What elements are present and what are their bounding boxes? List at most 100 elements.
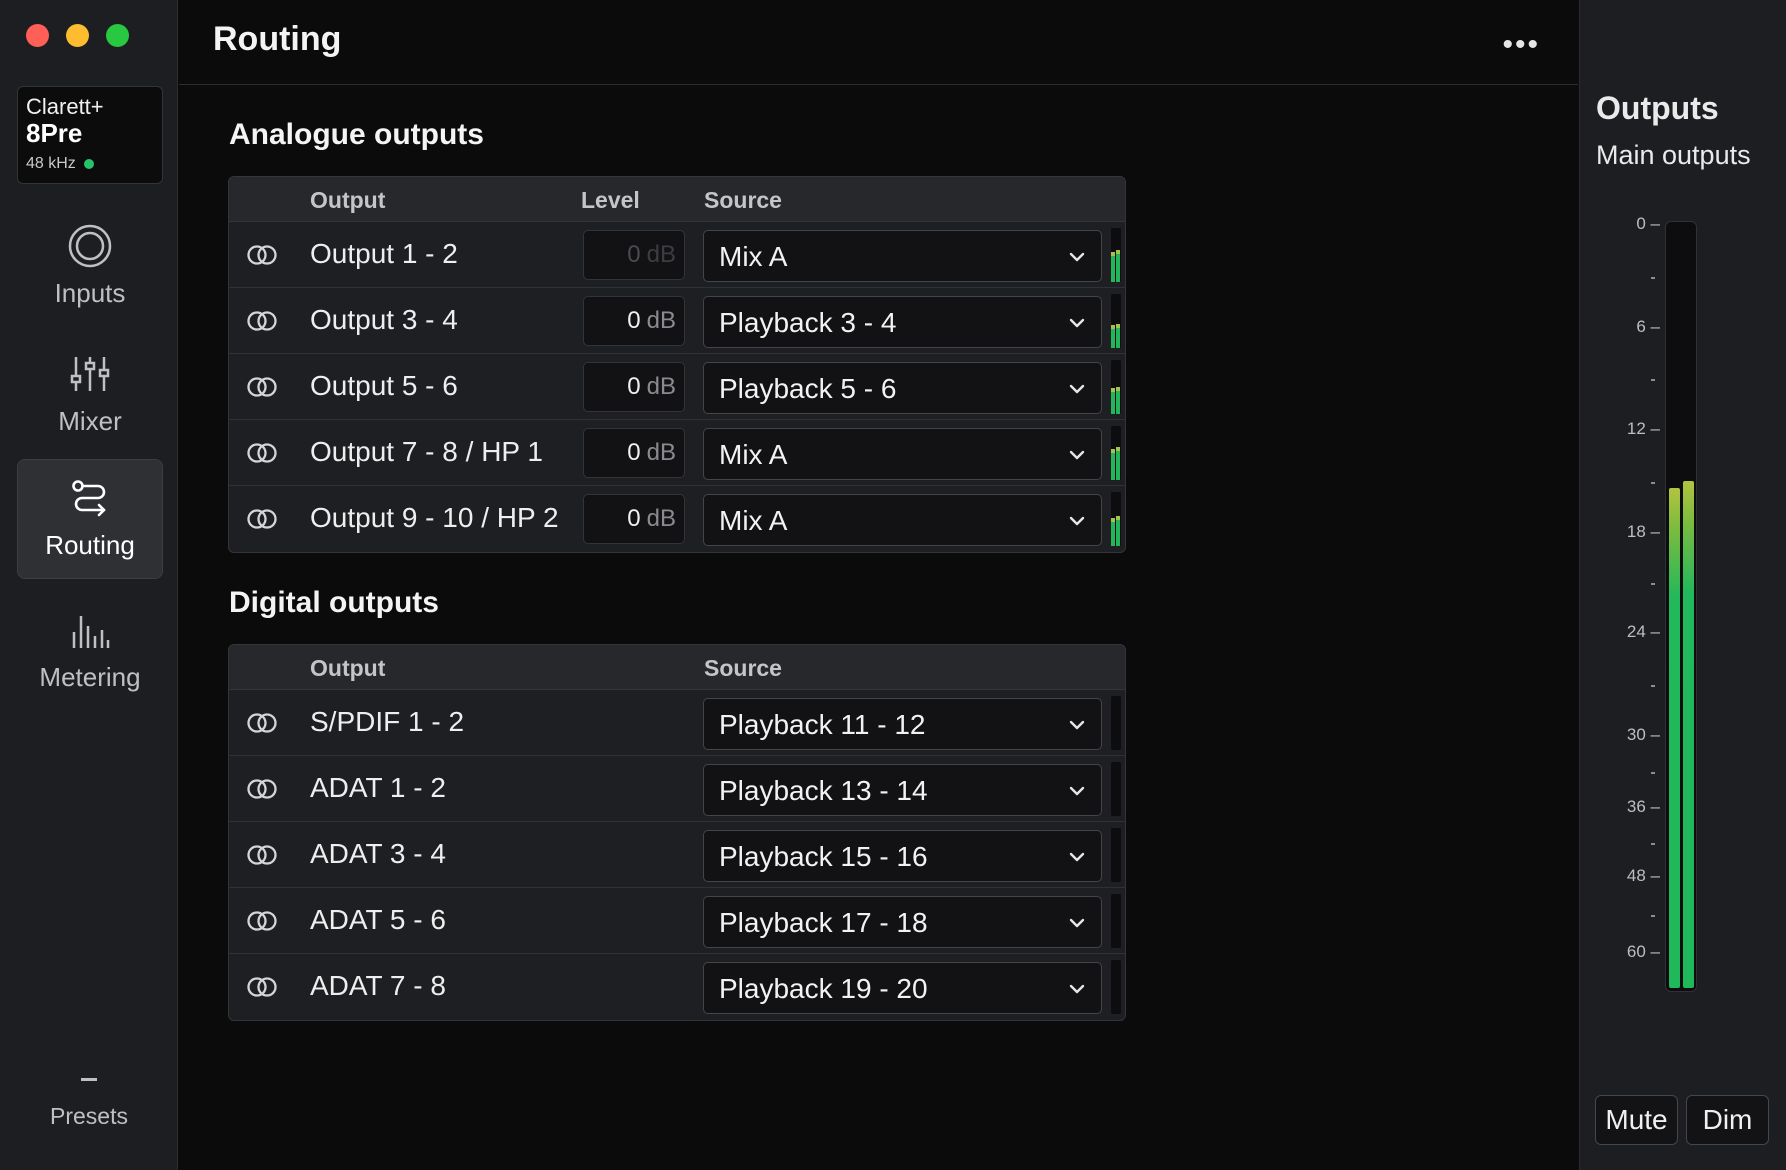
metering-icon (66, 606, 114, 654)
nav-item-inputs[interactable]: Inputs (17, 208, 163, 328)
meter-tick-label: 0 – (1636, 214, 1660, 233)
output-name: ADAT 1 - 2 (310, 772, 446, 803)
source-value: Playback 13 - 14 (719, 775, 928, 806)
table-row: Output 7 - 8 / HP 1 0 dB Mix A (229, 420, 1125, 486)
nav-label-mixer: Mixer (58, 406, 122, 436)
source-select[interactable]: Mix A (703, 494, 1102, 546)
meter-peak (1116, 324, 1120, 328)
minimize-window-button[interactable] (66, 24, 89, 47)
stereo-link-icon[interactable] (247, 440, 277, 466)
analogue-outputs-table: Output Level Source Output 1 - 2 0 dB Mix A… (228, 176, 1126, 553)
meter-tick-label: 12 – (1626, 419, 1660, 438)
level-field[interactable]: 0 dB (583, 362, 685, 412)
source-select[interactable]: Playback 13 - 14 (703, 764, 1102, 816)
table-row: ADAT 3 - 4 Playback 15 - 16 (229, 822, 1125, 888)
column-header-level: Level (581, 187, 640, 213)
level-unit: dB (646, 505, 676, 532)
chevron-down-icon (1067, 247, 1087, 267)
presets-button[interactable]: Presets (0, 1078, 178, 1130)
source-select[interactable]: Playback 3 - 4 (703, 296, 1102, 348)
table-row: Output 3 - 4 0 dB Playback 3 - 4 (229, 288, 1125, 354)
meter-bar-right (1116, 447, 1120, 480)
table-row: ADAT 1 - 2 Playback 13 - 14 (229, 756, 1125, 822)
row-level-meter (1111, 228, 1121, 282)
row-level-meter (1111, 960, 1121, 1014)
level-value: 0 (627, 307, 641, 334)
chevron-down-icon (1067, 379, 1087, 399)
source-value: Playback 11 - 12 (719, 709, 926, 740)
meter-peak (1111, 518, 1115, 522)
dim-button[interactable]: Dim (1686, 1095, 1769, 1145)
meter-tick-label: 60 – (1626, 942, 1660, 961)
level-unit: dB (646, 373, 676, 400)
row-level-meter (1111, 894, 1121, 948)
meter-minor-tick (1651, 583, 1655, 585)
row-level-meter (1111, 426, 1121, 480)
output-name: Output 1 - 2 (310, 238, 458, 269)
level-field[interactable]: 0 dB (583, 494, 685, 544)
meter-tick-label: 18 – (1626, 522, 1660, 541)
zoom-window-button[interactable] (106, 24, 129, 47)
stereo-link-icon[interactable] (247, 776, 277, 802)
source-select[interactable]: Playback 19 - 20 (703, 962, 1102, 1014)
status-dot (83, 159, 94, 169)
stereo-link-icon[interactable] (247, 974, 277, 1000)
nav-item-routing[interactable]: Routing (17, 459, 163, 579)
close-window-button[interactable] (26, 24, 49, 47)
stereo-link-icon[interactable] (247, 842, 277, 868)
device-brand: Clarett+ (26, 94, 104, 119)
sample-rate: 48 kHz (26, 155, 154, 173)
more-options-icon[interactable]: ••• (1502, 28, 1540, 62)
chevron-down-icon (1067, 979, 1087, 999)
level-unit: dB (646, 307, 676, 334)
nav-label-inputs: Inputs (54, 278, 126, 308)
level-field: 0 dB (583, 230, 685, 280)
stereo-link-icon[interactable] (247, 908, 277, 934)
column-header-source: Source (704, 187, 782, 213)
main-output-meter (1665, 221, 1697, 992)
chevron-down-icon (1067, 715, 1087, 735)
source-select[interactable]: Playback 11 - 12 (703, 698, 1102, 750)
main-meter-right-bar (1683, 481, 1694, 988)
source-select[interactable]: Mix A (703, 230, 1102, 282)
source-value: Playback 15 - 16 (719, 841, 928, 872)
source-value: Playback 19 - 20 (719, 973, 928, 1004)
meter-tick-label: 6 – (1636, 317, 1660, 336)
row-level-meter (1111, 294, 1121, 348)
stereo-link-icon[interactable] (247, 710, 277, 736)
source-select[interactable]: Playback 5 - 6 (703, 362, 1102, 414)
analogue-table-header: Output Level Source (229, 177, 1125, 222)
source-select[interactable]: Mix A (703, 428, 1102, 480)
stereo-link-icon[interactable] (247, 242, 277, 268)
nav-label-routing: Routing (45, 530, 135, 560)
meter-bar-left (1111, 252, 1115, 282)
nav-label-metering: Metering (39, 662, 141, 692)
meter-tick-label: 30 – (1626, 725, 1660, 744)
meter-tick-label: 36 – (1626, 797, 1660, 816)
mute-button[interactable]: Mute (1595, 1095, 1678, 1145)
table-row: Output 5 - 6 0 dB Playback 5 - 6 (229, 354, 1125, 420)
meter-bar-left (1111, 518, 1115, 546)
device-model: 8Pre (26, 118, 83, 148)
table-row: Output 1 - 2 0 dB Mix A (229, 222, 1125, 288)
routing-icon (66, 474, 114, 522)
meter-peak (1116, 387, 1120, 391)
meter-tick-label: 48 – (1626, 866, 1660, 885)
source-select[interactable]: Playback 17 - 18 (703, 896, 1102, 948)
level-field[interactable]: 0 dB (583, 428, 685, 478)
nav-item-mixer[interactable]: Mixer (17, 336, 163, 456)
page-title: Routing (213, 20, 342, 58)
level-field[interactable]: 0 dB (583, 296, 685, 346)
source-select[interactable]: Playback 15 - 16 (703, 830, 1102, 882)
stereo-link-icon[interactable] (247, 374, 277, 400)
stereo-link-icon[interactable] (247, 506, 277, 532)
row-level-meter (1111, 828, 1121, 882)
device-card[interactable]: Clarett+ 8Pre 48 kHz (17, 86, 163, 184)
meter-bar-right (1116, 516, 1120, 546)
meter-minor-tick (1651, 379, 1655, 381)
stereo-link-icon[interactable] (247, 308, 277, 334)
output-name: S/PDIF 1 - 2 (310, 706, 465, 737)
meter-bar-left (1111, 388, 1115, 414)
nav-item-metering[interactable]: Metering (17, 592, 163, 712)
source-value: Mix A (719, 439, 788, 470)
